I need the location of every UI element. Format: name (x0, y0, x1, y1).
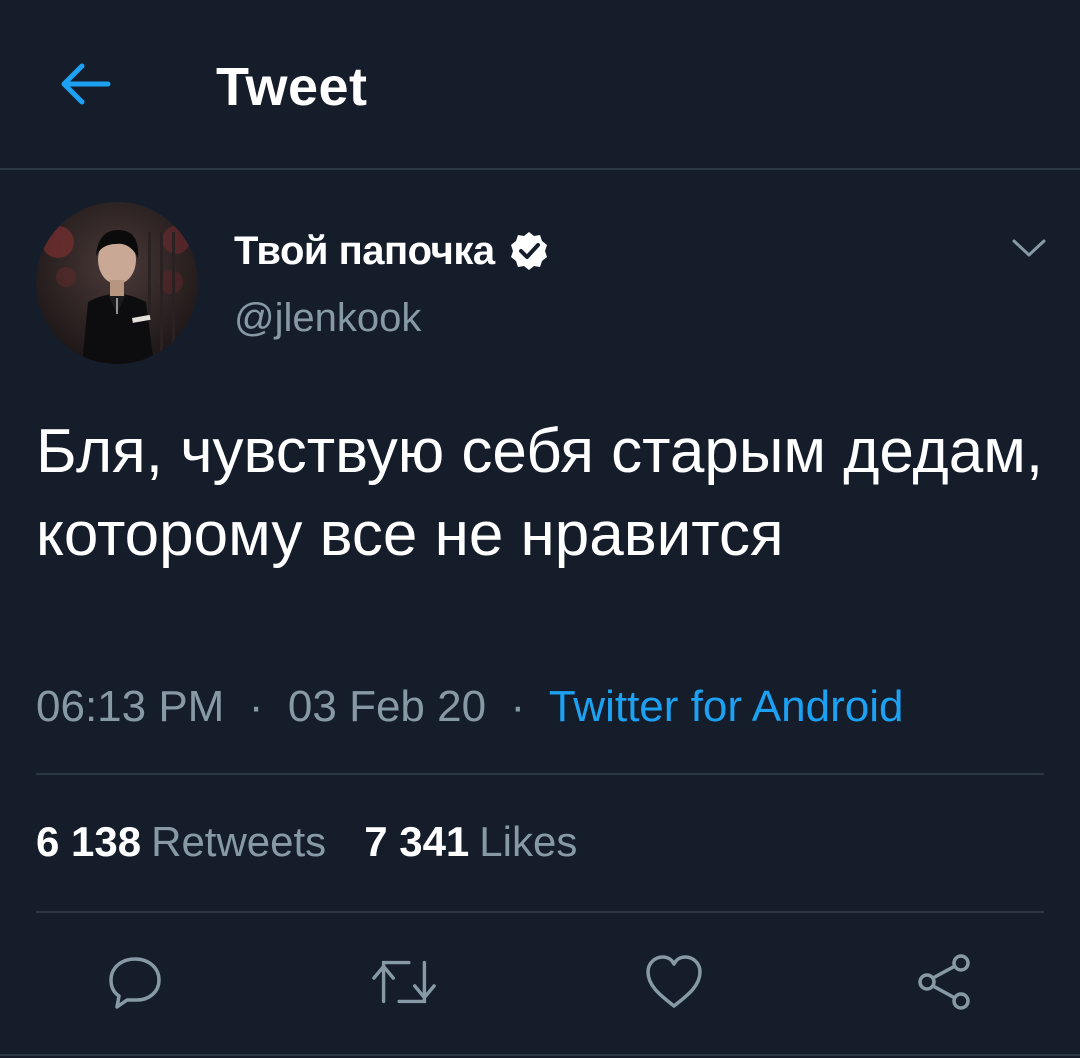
author-display-name: Твой папочка (234, 228, 495, 273)
tweet-text: Бля, чувствую себя старым дедам, котором… (36, 417, 1044, 569)
bottom-divider (0, 1054, 1080, 1056)
engagement-stats: 6 138 Retweets 7 341 Likes (36, 818, 577, 866)
divider (36, 911, 1044, 913)
meta-separator: · (498, 682, 538, 731)
tweet-date: 03 Feb 20 (287, 682, 487, 731)
reply-button[interactable] (101, 948, 169, 1016)
chevron-down-icon (1012, 239, 1046, 257)
tweet-time: 06:13 PM (36, 682, 225, 731)
tweet-source-link[interactable]: Twitter for Android (549, 682, 904, 731)
back-button[interactable] (52, 56, 116, 112)
likes-count: 7 341 (364, 818, 470, 865)
retweet-button[interactable] (370, 948, 438, 1016)
verified-badge-icon (507, 229, 551, 273)
divider (36, 773, 1044, 775)
meta-separator: · (236, 682, 276, 731)
likes-label: Likes (479, 818, 578, 865)
page-title: Tweet (216, 57, 368, 117)
avatar[interactable] (36, 202, 198, 364)
retweets-count: 6 138 (36, 818, 142, 865)
tweet-detail-screen: Tweet Твой папочка @jlenkook Бля, чувств… (0, 0, 1080, 1058)
share-button[interactable] (910, 948, 978, 1016)
like-icon (646, 955, 702, 1008)
author-handle[interactable]: @jlenkook (234, 296, 421, 341)
retweet-icon (372, 960, 436, 1004)
likes-stat[interactable]: 7 341 Likes (364, 818, 577, 866)
top-app-bar: Tweet (0, 0, 1080, 170)
reply-icon (109, 957, 161, 1009)
tweet-meta: 06:13 PM · 03 Feb 20 · Twitter for Andro… (36, 682, 903, 732)
more-options-button[interactable] (1006, 228, 1052, 268)
share-icon (918, 954, 970, 1010)
arrow-left-icon (61, 63, 111, 105)
author-name-row[interactable]: Твой папочка (234, 224, 551, 278)
retweets-stat[interactable]: 6 138 Retweets (36, 818, 326, 866)
retweets-label: Retweets (151, 818, 327, 865)
like-button[interactable] (640, 948, 708, 1016)
